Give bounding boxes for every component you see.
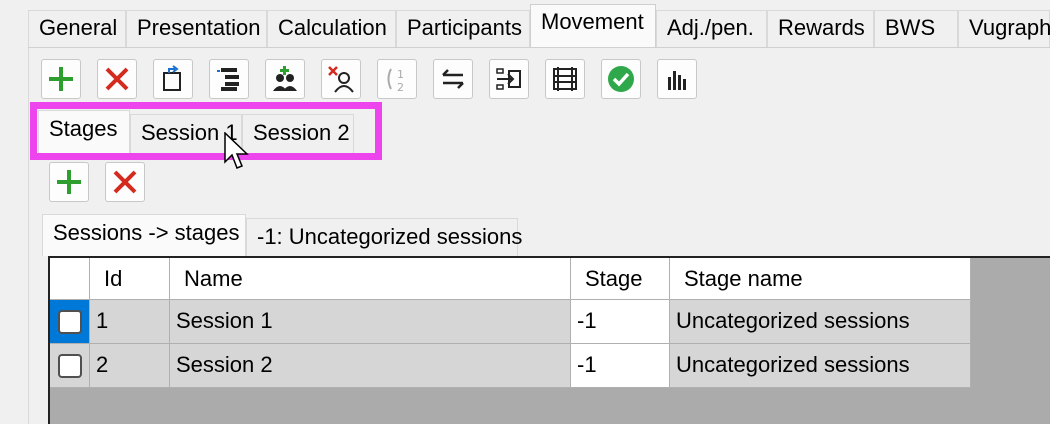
column-header-stage[interactable]: Stage — [571, 258, 670, 300]
exchange-button[interactable] — [433, 59, 473, 99]
tab-label: Presentation — [137, 15, 261, 40]
tab-general[interactable]: General — [28, 10, 126, 48]
gridtab-uncategorized[interactable]: -1: Uncategorized sessions — [246, 218, 522, 256]
remove-user-icon — [328, 66, 354, 93]
tree-icon — [217, 68, 239, 91]
tab-bws[interactable]: BWS — [874, 10, 958, 48]
copy-button[interactable] — [153, 59, 193, 99]
gridtab-label: Sessions -> stages — [53, 220, 240, 245]
tab-label: Calculation — [278, 15, 387, 40]
add-icon — [57, 170, 81, 194]
group-button[interactable] — [265, 59, 305, 99]
cell-text: Session 1 — [176, 308, 273, 333]
tab-label: Vugraph — [969, 15, 1050, 40]
svg-text:2: 2 — [397, 81, 404, 93]
copy-icon — [163, 65, 181, 91]
cell-name[interactable]: Session 2 — [170, 344, 571, 388]
tab-label: Rewards — [778, 15, 865, 40]
row-checkbox-cell[interactable] — [50, 300, 90, 344]
column-header-label: Stage — [585, 266, 643, 291]
tab-label: General — [39, 15, 118, 40]
chart-icon — [668, 71, 686, 90]
cell-stage[interactable]: -1 — [571, 300, 670, 344]
tab-participants[interactable]: Participants — [396, 10, 530, 48]
group-icon — [273, 66, 297, 91]
cell-name[interactable]: Session 1 — [170, 300, 571, 344]
swap-numbers-icon: 12 — [387, 68, 404, 93]
add-button[interactable] — [41, 59, 81, 99]
cell-stage-name[interactable]: Uncategorized sessions — [670, 300, 971, 344]
cell-text: -1 — [577, 308, 597, 333]
table-rows-icon — [553, 67, 577, 91]
row-checkbox[interactable] — [58, 310, 82, 334]
cell-text: Uncategorized sessions — [676, 352, 910, 377]
gridtab-label: -1: Uncategorized sessions — [257, 224, 523, 249]
exchange-icon — [442, 69, 464, 89]
tab-rewards[interactable]: Rewards — [767, 10, 874, 48]
tab-calculation[interactable]: Calculation — [267, 10, 396, 48]
add-stage-button[interactable] — [49, 162, 89, 202]
remove-user-button[interactable] — [321, 59, 361, 99]
cell-stage-name[interactable]: Uncategorized sessions — [670, 344, 971, 388]
tab-vugraph[interactable]: Vugraph — [958, 10, 1050, 48]
cell-text: -1 — [577, 352, 597, 377]
cell-id[interactable]: 1 — [90, 300, 170, 344]
column-header-label: Id — [104, 266, 123, 291]
move-in-button[interactable] — [489, 59, 529, 99]
swap-numbers-button[interactable]: 12 — [377, 59, 417, 99]
main-tab-strip: General Presentation Calculation Partici… — [0, 0, 1050, 48]
svg-text:1: 1 — [397, 68, 404, 81]
column-header-stage-name[interactable]: Stage name — [670, 258, 971, 300]
cell-text: 2 — [96, 352, 109, 377]
gridtab-sessions-stages[interactable]: Sessions -> stages — [42, 214, 246, 256]
tab-label: Participants — [407, 15, 522, 40]
delete-icon — [105, 67, 129, 91]
column-header-id[interactable]: Id — [90, 258, 170, 300]
cell-text: 1 — [96, 308, 109, 333]
delete-stage-button[interactable] — [105, 162, 145, 202]
table-rows-button[interactable] — [545, 59, 585, 99]
column-header-label: Name — [184, 266, 243, 291]
tab-label: Adj./pen. — [667, 15, 754, 40]
tab-presentation[interactable]: Presentation — [126, 10, 267, 48]
cell-text: Session 2 — [176, 352, 273, 377]
delete-button[interactable] — [97, 59, 137, 99]
mouse-cursor-icon — [224, 132, 249, 169]
tab-label: Movement — [541, 9, 644, 34]
delete-icon — [113, 170, 137, 194]
cell-id[interactable]: 2 — [90, 344, 170, 388]
move-in-icon — [496, 68, 521, 90]
tab-label: BWS — [885, 15, 936, 40]
check-button[interactable] — [601, 59, 641, 99]
row-checkbox[interactable] — [58, 354, 82, 378]
tab-movement[interactable]: Movement — [530, 4, 656, 48]
tree-button[interactable] — [209, 59, 249, 99]
cell-text: Uncategorized sessions — [676, 308, 910, 333]
add-icon — [49, 67, 73, 91]
grid-corner-header — [50, 258, 90, 300]
column-header-label: Stage name — [684, 266, 803, 291]
check-icon — [608, 66, 634, 92]
column-header-name[interactable]: Name — [170, 258, 571, 300]
sessions-grid: Id Name Stage Stage name 1 Session 1 -1 … — [48, 256, 1050, 424]
chart-button[interactable] — [657, 59, 697, 99]
cell-stage[interactable]: -1 — [571, 344, 670, 388]
tab-adj-pen[interactable]: Adj./pen. — [656, 10, 767, 48]
row-checkbox-cell[interactable] — [50, 344, 90, 388]
highlight-box — [30, 102, 382, 160]
